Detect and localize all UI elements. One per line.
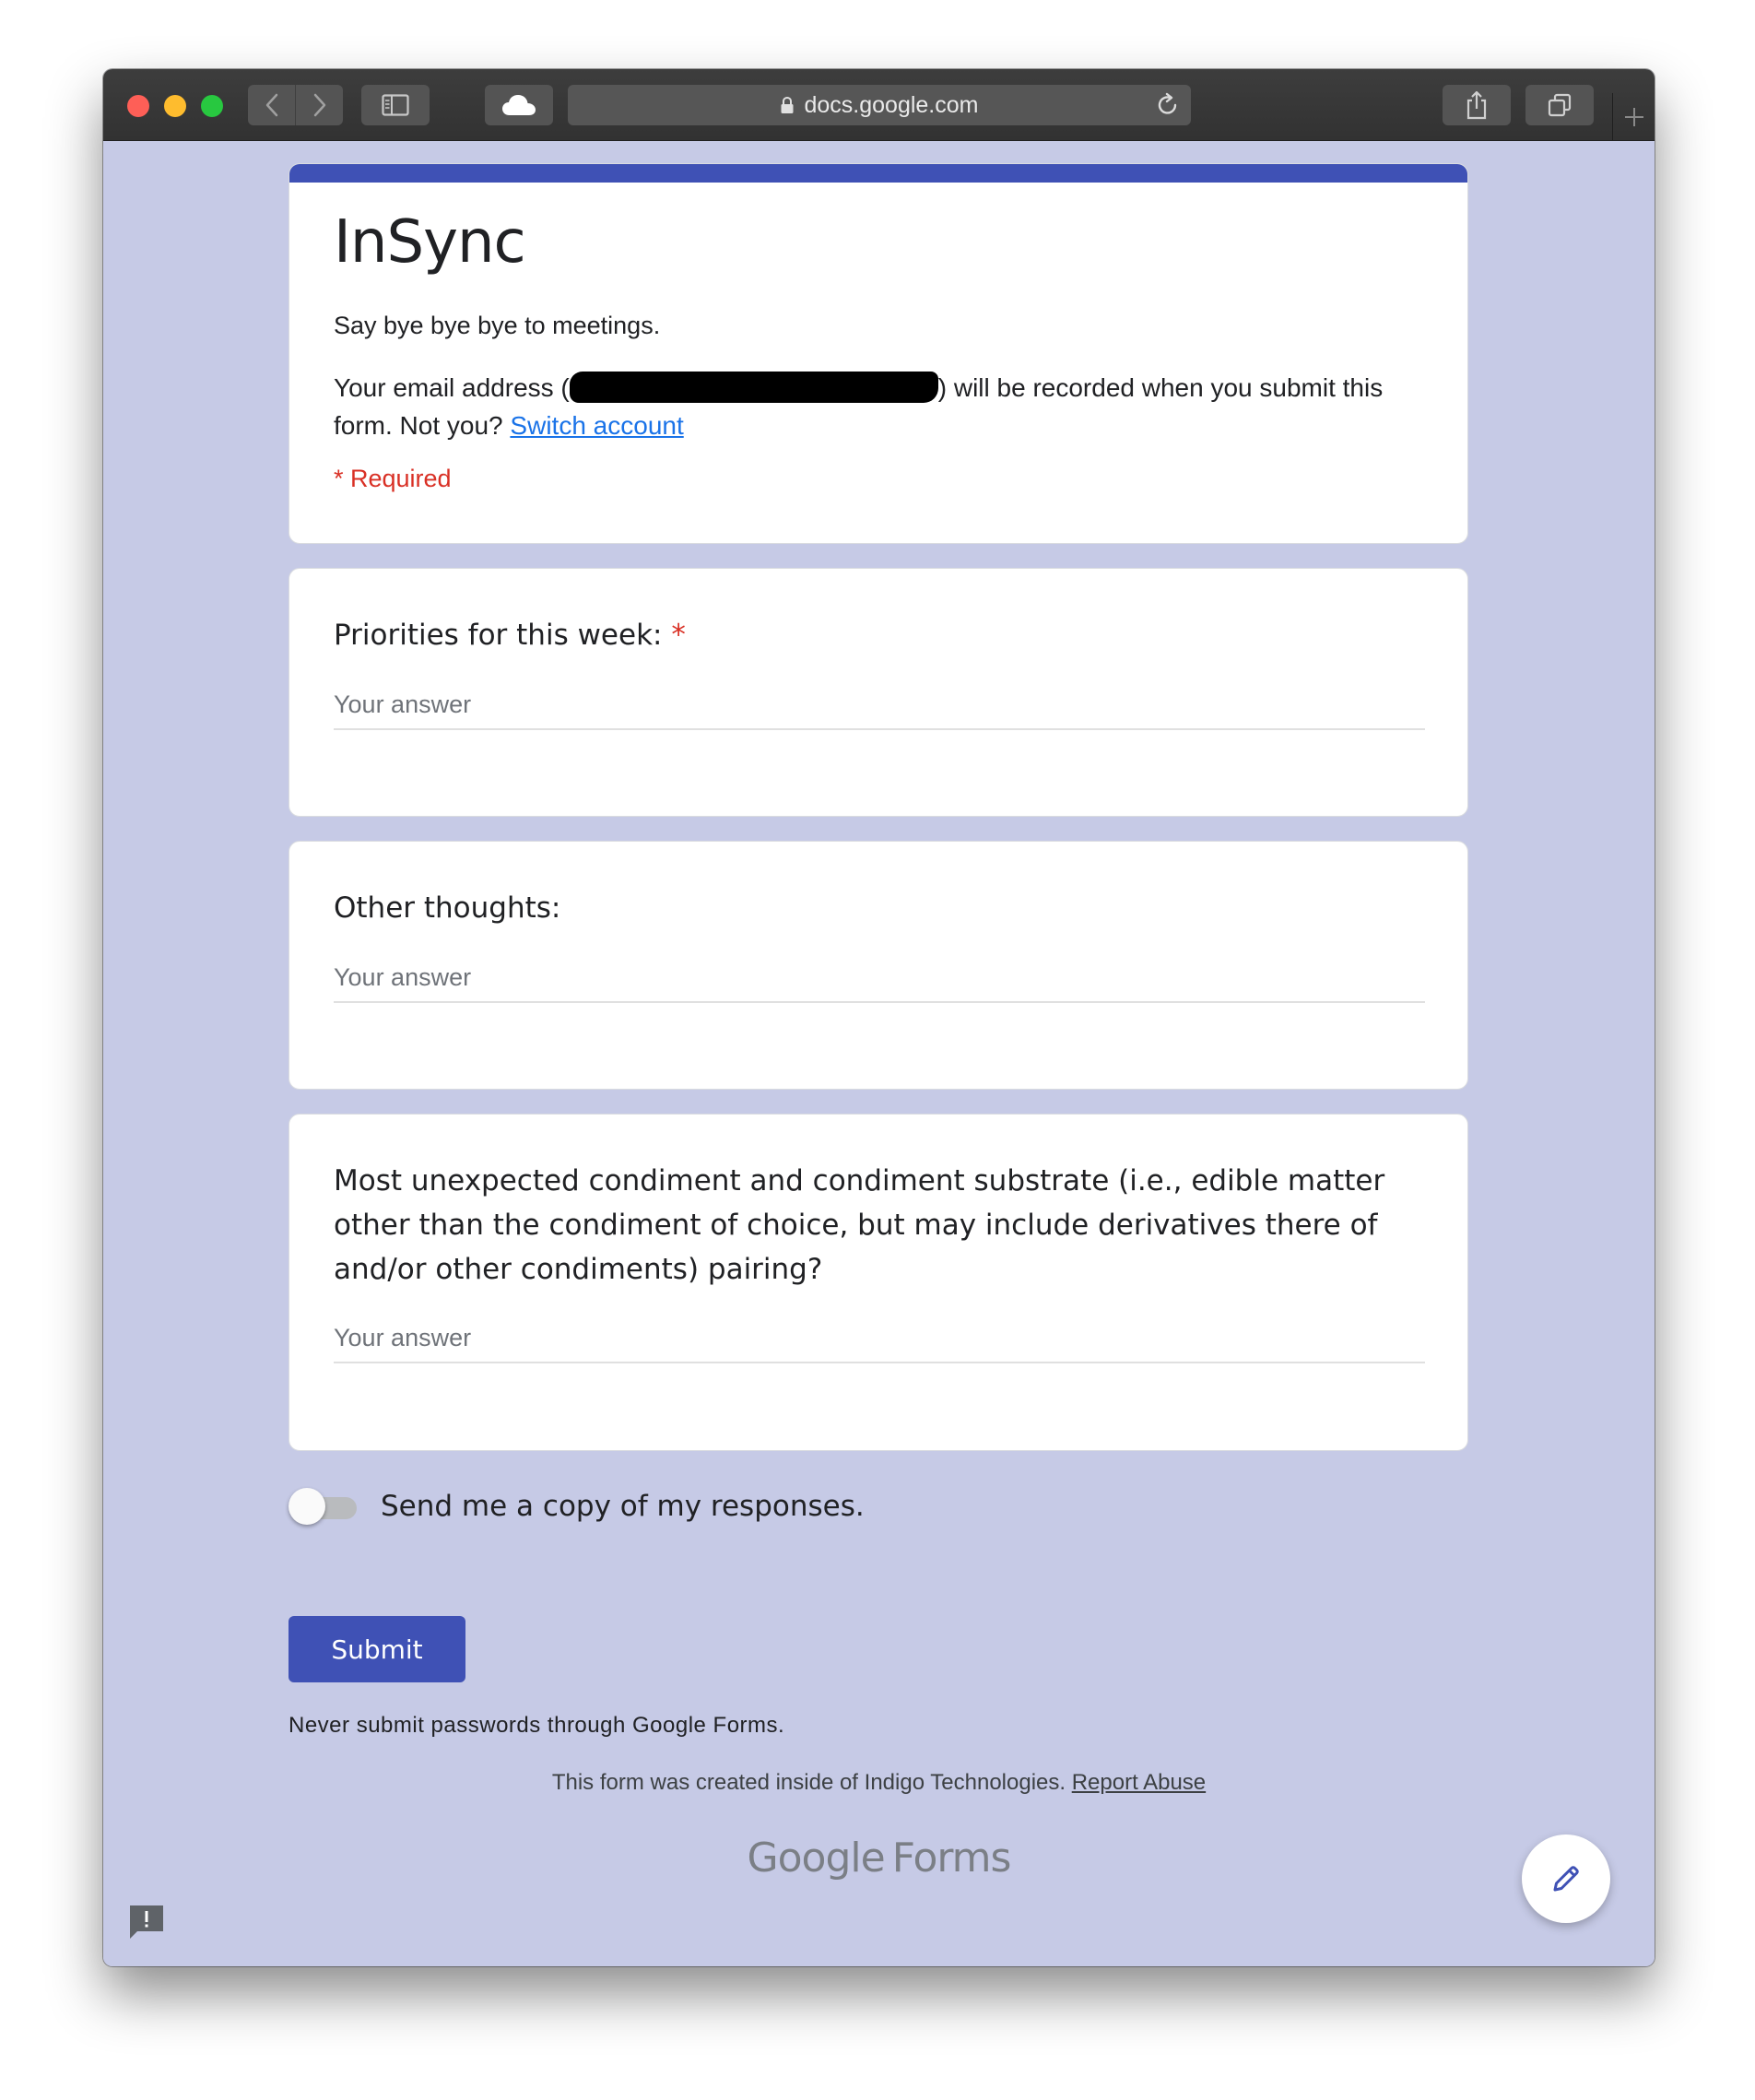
created-inside-text: This form was created inside of Indigo T… — [551, 1770, 1066, 1795]
form-description: Say bye bye bye to meetings. — [334, 312, 661, 339]
required-note: * Required — [334, 465, 452, 492]
question-card: Most unexpected condiment and condiment … — [289, 1114, 1468, 1451]
feedback-icon[interactable] — [127, 1903, 166, 1941]
history-navigation — [248, 85, 343, 125]
switch-account-link[interactable]: Switch account — [510, 411, 683, 440]
zoom-window-button[interactable] — [201, 95, 223, 117]
plus-icon — [1625, 107, 1643, 126]
browser-window: docs.google.com InSync Say bye bye bye t… — [103, 69, 1655, 1966]
condiment-answer-input[interactable] — [334, 1314, 1425, 1363]
required-asterisk: * — [671, 619, 686, 652]
question-label: Most unexpected condiment and condiment … — [334, 1164, 1385, 1286]
footer-note: This form was created inside of Indigo T… — [103, 1770, 1655, 1796]
copy-responses-toggle[interactable] — [289, 1488, 359, 1525]
header-accent-bar — [289, 164, 1467, 183]
question-text: Priorities for this week: — [334, 619, 663, 652]
other-thoughts-answer-input[interactable] — [334, 953, 1425, 1003]
priorities-answer-input[interactable] — [334, 680, 1425, 730]
new-tab-button[interactable] — [1612, 93, 1655, 140]
brand-google: Google — [747, 1835, 886, 1882]
back-button[interactable] — [248, 85, 296, 125]
report-abuse-link[interactable]: Report Abuse — [1072, 1770, 1206, 1795]
tabs-icon — [1548, 93, 1572, 117]
question-card: Priorities for this week: * — [289, 568, 1468, 817]
minimize-window-button[interactable] — [164, 95, 186, 117]
copy-responses-label: Send me a copy of my responses. — [381, 1490, 865, 1523]
forward-button[interactable] — [296, 85, 343, 125]
form-title: InSync — [334, 208, 526, 277]
share-icon — [1466, 90, 1487, 120]
lock-icon — [780, 96, 795, 114]
form-header-card: InSync Say bye bye bye to meetings. Your… — [289, 163, 1468, 544]
google-forms-logo[interactable]: Google Forms — [103, 1835, 1655, 1882]
chevron-left-icon — [265, 93, 277, 117]
pencil-icon — [1553, 1866, 1579, 1892]
browser-toolbar: docs.google.com — [103, 69, 1655, 141]
address-bar[interactable]: docs.google.com — [568, 85, 1191, 125]
copy-responses-row: Send me a copy of my responses. — [289, 1488, 865, 1525]
chevron-right-icon — [313, 93, 325, 117]
sidebar-toggle-button[interactable] — [361, 85, 430, 125]
question-label: Priorities for this week: * — [334, 613, 1421, 657]
url-text: docs.google.com — [804, 91, 979, 118]
share-button[interactable] — [1443, 85, 1511, 125]
sidebar-icon — [382, 94, 409, 116]
close-window-button[interactable] — [127, 95, 149, 117]
brand-forms: Forms — [891, 1835, 1012, 1882]
email-notice-text: Your email address ( — [334, 373, 570, 402]
edit-form-button[interactable] — [1522, 1835, 1610, 1923]
reload-icon[interactable] — [1156, 92, 1180, 124]
icloud-tabs-button[interactable] — [485, 85, 553, 125]
question-label: Other thoughts: — [334, 891, 561, 925]
question-card: Other thoughts: — [289, 841, 1468, 1090]
cloud-icon — [502, 95, 536, 115]
redacted-email — [569, 372, 938, 403]
form-page: InSync Say bye bye bye to meetings. Your… — [103, 141, 1655, 1966]
toggle-knob — [289, 1488, 325, 1525]
submit-button[interactable]: Submit — [289, 1616, 465, 1682]
tab-overview-button[interactable] — [1525, 85, 1594, 125]
email-notice: Your email address () will be recorded w… — [334, 369, 1431, 444]
password-warning: Never submit passwords through Google Fo… — [289, 1713, 785, 1738]
